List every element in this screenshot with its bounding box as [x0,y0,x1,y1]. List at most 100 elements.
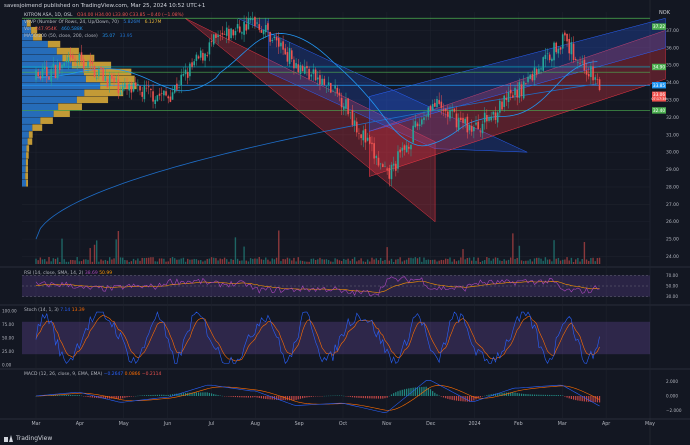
candle-body [464,118,466,124]
candle-body [538,68,540,74]
macd-histogram-bar [150,394,152,396]
volume-bar [108,257,111,264]
volume-bar [245,260,247,264]
time-tick-label: Oct [339,421,347,427]
macd-histogram-bar [564,396,566,397]
volume-bar [56,257,59,264]
candle-body [241,32,243,34]
macd-histogram-bar [375,396,377,399]
volume-bar [126,260,128,264]
candle-body [115,78,117,80]
price-tick-label: 28.00 [666,184,679,190]
macd-histogram-bar [566,396,568,398]
vrvp-bar-up [22,173,26,180]
macd-histogram-bar [347,396,349,397]
candle-body [316,77,319,80]
macd-histogram-bar [406,388,408,396]
stoch-legend[interactable]: Stoch (14, 1, 3) 7.14 13.39 [24,308,85,313]
candle-body [568,38,571,54]
candle-body [342,106,345,110]
volume-bar [512,233,514,264]
candle-body [520,84,523,97]
vrvp-legend[interactable]: VRVP (Number Of Rows, 24, Up/Down, 70) 5… [24,20,164,25]
main-legend[interactable]: KITRON ASA, 1D, OSL O34.00 H34.00 L33.80… [24,13,187,18]
volume-bar [520,260,523,264]
volume-bar [583,242,586,264]
candle-body [590,66,592,78]
candle-body [169,96,172,102]
vrvp-bar-up [22,159,26,166]
volume-bar [46,261,48,264]
chart-canvas[interactable]: Mar Apr May Jun Jul Aug Sep Oct Nov Dec 2024 Feb Mar… [0,0,690,445]
vrvp-bar-down [40,117,53,124]
candle-body [358,132,360,134]
rsi-tick-label: 70.00 [666,273,678,278]
macd-histogram-bar [256,396,258,398]
macd-histogram-bar [377,396,380,399]
volume-bar [180,258,182,264]
macd-legend[interactable]: MACD (12, 26, close, 9, EMA, EMA) −0.264… [24,372,161,377]
volume-bar [54,258,57,264]
time-tick-label: Nov [382,421,392,427]
candle-body [551,58,553,62]
candle-body [72,55,74,59]
stoch-k-value: 7.14 [60,308,71,313]
macd-histogram-bar [206,392,208,396]
macd-histogram-bar [514,392,516,396]
ohlc-values: O34.00 H34.00 L33.80 C33.85 −0.40 (−1.08… [76,13,184,18]
tradingview-brand[interactable]: TradingView [4,435,52,442]
candle-body [338,92,341,96]
macd-histogram-bar [453,396,455,401]
macd-histogram-bar [293,396,295,401]
macd-histogram-bar [130,396,132,397]
volume-bar [306,261,308,264]
macd-histogram-bar [310,396,312,397]
macd-histogram-bar [440,396,442,397]
macd-histogram-bar [65,394,67,396]
macd-histogram-bar [386,396,388,398]
ma-legend[interactable]: MA50/200 (50, close, 200, close) 35.07 3… [24,34,135,39]
vrvp-bar-down [27,138,33,145]
macd-histogram-bar [249,396,252,398]
candle-body [473,126,475,132]
candle-body [184,69,187,75]
macd-histogram-bar [572,396,575,400]
volume-legend[interactable]: Vol 247.954K 460.588K [24,27,86,32]
volume-bar [516,257,518,264]
volume-bar [481,260,484,264]
candle-body [579,63,581,64]
macd-histogram-bar [479,396,481,398]
macd-histogram-bar [542,394,544,396]
vrvp-bar-up [22,40,48,48]
volume-bar [288,258,291,264]
volume-bar [347,258,349,264]
volume-bar [117,230,120,264]
volume-bar [69,259,72,264]
volume-bar [293,257,295,264]
candle-body [76,62,78,64]
macd-histogram-bar [252,396,254,398]
candle-body [410,144,412,150]
volume-bar [39,257,42,264]
vrvp-bar-up [22,152,27,159]
candle-body [496,112,499,123]
candle-body [67,57,70,63]
candle-body [529,74,532,79]
vrvp-bar-up [22,89,85,97]
macd-histogram-bar [76,395,78,396]
volume-bar [496,257,499,264]
volume-bar [431,259,434,264]
candle-body [247,17,250,30]
candle-body [273,36,276,39]
volume-bar [388,260,391,264]
vrvp-bar-down [76,96,109,104]
volume-bar [345,259,347,264]
rsi-legend[interactable]: RSI (14, close, SMA, 14, 2) 38.69 50.99 [24,271,112,276]
candle-body [178,87,180,88]
candle-body [173,85,176,93]
candle-body [594,77,597,80]
macd-value: −0.2647 [103,372,124,377]
tradingview-chart[interactable]: Mar Apr May Jun Jul Aug Sep Oct Nov Dec 2024 Feb Mar… [0,0,690,445]
volume-bar [267,259,269,264]
macd-histogram-bar [167,394,169,396]
